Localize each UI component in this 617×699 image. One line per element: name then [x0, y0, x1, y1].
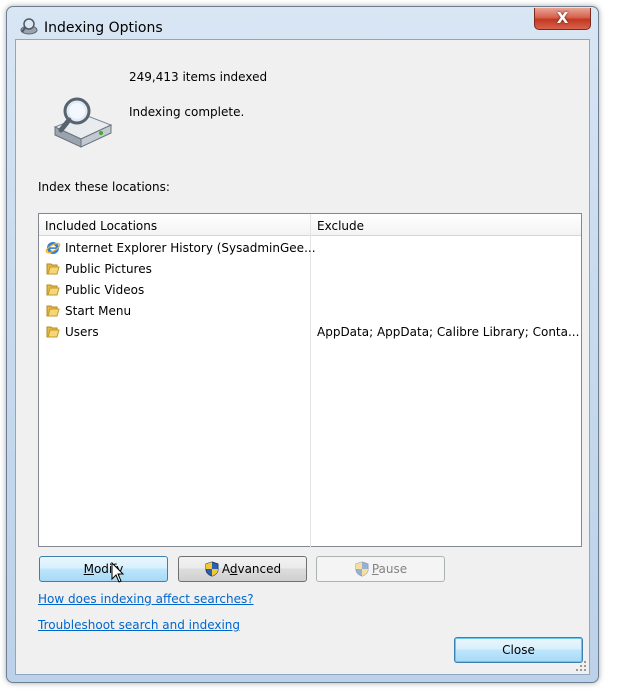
location-name: Internet Explorer History (SysadminGee..… [65, 241, 316, 255]
mouse-cursor-icon [111, 562, 125, 583]
indexing-drive-icon [53, 97, 113, 148]
troubleshoot-link[interactable]: Troubleshoot search and indexing [38, 618, 240, 632]
window-close-button[interactable]: X [534, 8, 591, 30]
location-name: Users [65, 325, 99, 339]
advanced-button[interactable]: Advanced [178, 556, 307, 582]
list-item[interactable]: Public Videos [39, 280, 581, 301]
items-indexed-count: 249,413 items indexed [129, 70, 268, 84]
ie-icon [45, 242, 61, 254]
how-indexing-link[interactable]: How does indexing affect searches? [38, 592, 254, 606]
column-header-included[interactable]: Included Locations [45, 219, 157, 233]
indexing-options-icon [20, 18, 38, 35]
column-header-exclude[interactable]: Exclude [317, 219, 364, 233]
pause-accelerator: P [371, 562, 379, 576]
locations-list[interactable]: Included Locations Exclude Internet Expl… [38, 213, 582, 548]
pause-button[interactable]: Pause [316, 556, 445, 582]
folder-icon [46, 284, 60, 296]
index-locations-label: Index these locations: [38, 180, 170, 194]
folder-icon [46, 305, 60, 317]
title-bar[interactable]: Indexing Options X [7, 7, 598, 39]
list-item[interactable]: Users AppData; AppData; Calibre Library;… [39, 322, 581, 343]
indexing-status: Indexing complete. [129, 105, 245, 119]
close-button[interactable]: Close [454, 637, 583, 663]
list-item[interactable]: Public Pictures [39, 259, 581, 280]
folder-icon [46, 263, 60, 275]
advanced-label-post: vanced [237, 562, 282, 576]
location-exclude: AppData; AppData; Calibre Library; Conta… [317, 325, 580, 339]
folder-icon [46, 326, 60, 338]
uac-shield-icon [355, 560, 369, 577]
modify-button[interactable]: Modify [39, 556, 168, 582]
window-title: Indexing Options [44, 20, 163, 36]
list-item[interactable]: Start Menu [39, 301, 581, 322]
uac-shield-icon [205, 560, 219, 577]
modify-accelerator: M [83, 562, 94, 576]
location-name: Start Menu [65, 304, 132, 318]
advanced-label-pre: A [221, 562, 230, 576]
list-item[interactable]: Internet Explorer History (SysadminGee..… [39, 238, 581, 259]
location-name: Public Pictures [65, 262, 152, 276]
pause-label-post: ause [378, 562, 408, 576]
location-name: Public Videos [65, 283, 145, 297]
resize-grip-icon[interactable] [575, 660, 587, 672]
dialog-client-area: 249,413 items indexed Indexing complete.… [15, 39, 590, 675]
close-icon: X [556, 9, 569, 27]
indexing-options-window: Indexing Options X 249,413 items indexed… [6, 6, 599, 683]
